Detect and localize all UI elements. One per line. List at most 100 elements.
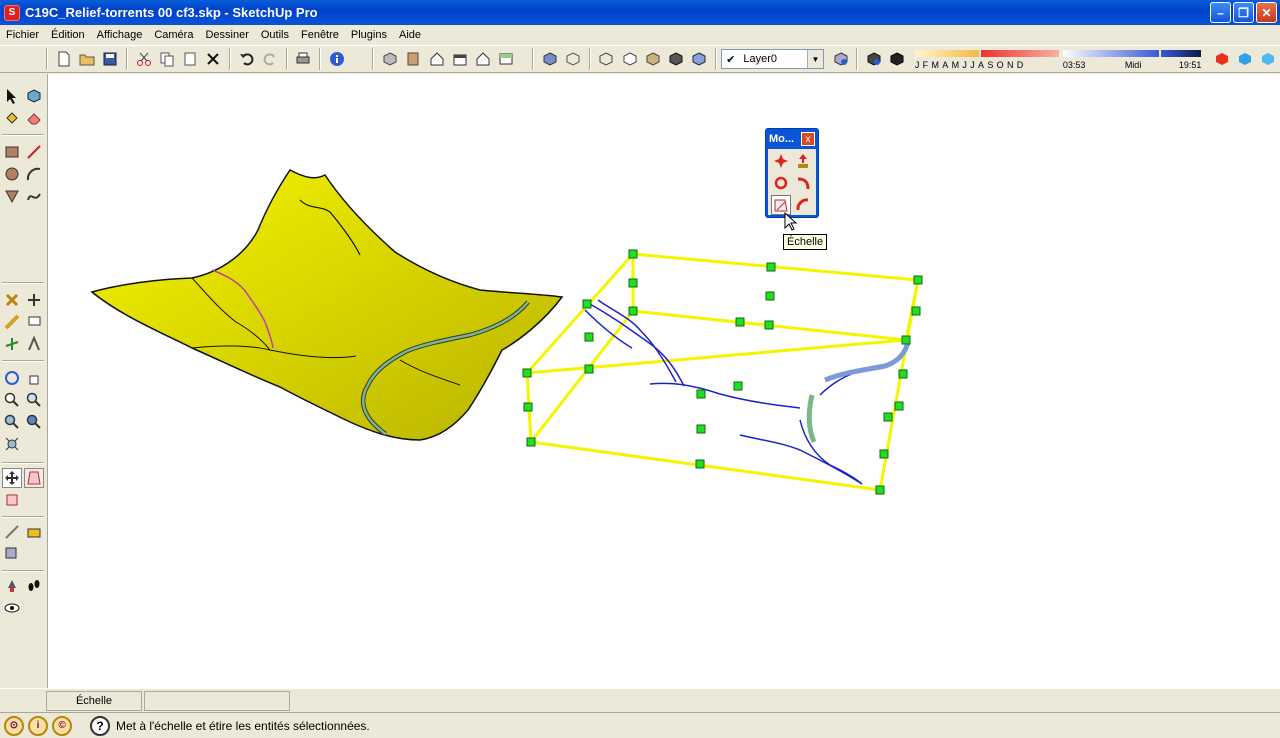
select-arrow-icon[interactable] [2,86,22,106]
menu-fichier[interactable]: Fichier [0,29,45,41]
back-edges-icon[interactable] [562,48,583,70]
move-tool-icon[interactable] [2,468,22,488]
iso-view-icon[interactable] [379,48,400,70]
top-view-icon[interactable] [403,48,424,70]
section-plane-icon[interactable] [2,544,22,564]
undo-icon[interactable] [236,48,257,70]
zoom-icon[interactable] [2,390,22,410]
title-bar: S C19C_Relief-torrents 00 cf3.skp - Sket… [0,0,1280,25]
follow-me-tool-icon[interactable] [793,173,813,193]
restore-button[interactable]: ❐ [1233,2,1254,23]
pan-hand-icon[interactable] [24,368,44,388]
time-slider-right[interactable] [1160,50,1201,57]
orbit-icon[interactable] [2,368,22,388]
position-camera-icon[interactable] [2,576,22,596]
shaded-textures-icon[interactable] [666,48,687,70]
menu-plugins[interactable]: Plugins [345,29,393,41]
minimize-button[interactable]: – [1210,2,1231,23]
back-view-icon[interactable] [472,48,493,70]
open-folder-icon[interactable] [76,48,97,70]
credits-icon[interactable]: i [28,715,48,736]
paste-icon[interactable] [179,48,200,70]
walk-footprints-icon[interactable] [24,576,44,596]
chevron-down-icon[interactable]: ▼ [806,50,823,68]
intersect-icon[interactable] [24,522,44,542]
hidden-line-icon[interactable] [619,48,640,70]
front-view-icon[interactable] [426,48,447,70]
shaded-icon[interactable] [642,48,663,70]
menu-affichage[interactable]: Affichage [91,29,149,41]
offset-icon[interactable] [2,522,22,542]
paint-bucket-icon[interactable] [2,108,22,128]
right-view-icon[interactable] [449,48,470,70]
menu-outils[interactable]: Outils [255,29,295,41]
make-component-icon[interactable] [24,86,44,106]
zoom-extents-icon[interactable] [2,412,22,432]
new-file-icon[interactable] [53,48,74,70]
sign-in-icon[interactable]: © [52,715,72,736]
circle-icon[interactable] [2,164,22,184]
xray-icon[interactable] [539,48,560,70]
menu-camera[interactable]: Caméra [148,29,199,41]
zoom-all-icon[interactable] [2,434,22,454]
text-label-icon[interactable] [24,312,44,332]
left-view-icon[interactable] [496,48,517,70]
month-slider-left[interactable] [914,50,979,57]
measurements-value-input[interactable] [144,691,290,711]
month-slider-right[interactable] [980,50,1059,57]
redo-icon[interactable] [259,48,280,70]
axes-icon[interactable] [2,334,22,354]
display-shadows-icon[interactable] [887,48,908,70]
main-toolbar: ✔ Layer0 ▼ JFMAMJJASOND 03:53 Midi 19:51 [0,45,1280,73]
3d-text-icon[interactable] [24,334,44,354]
line-pencil-icon[interactable] [24,142,44,162]
grip [628,306,638,316]
rectangle-icon[interactable] [2,142,22,162]
cut-icon[interactable] [133,48,154,70]
move-tool-red-icon[interactable] [771,151,791,171]
previous-view-icon[interactable] [24,412,44,432]
time-end-label: 19:51 [1178,60,1202,70]
red-component-icon[interactable] [1211,48,1232,70]
geo-location-icon[interactable]: ⊙ [4,715,24,736]
print-icon[interactable] [293,48,314,70]
monochrome-icon[interactable] [689,48,710,70]
modify-tools-palette: Mo... x [765,128,819,218]
time-slider-left[interactable] [1062,50,1159,57]
help-question-icon[interactable]: ? [90,715,110,736]
menu-edition[interactable]: Édition [45,29,91,41]
freehand-icon[interactable] [24,186,44,206]
grip [733,381,743,391]
menu-aide[interactable]: Aide [393,29,427,41]
sandbox-icon[interactable] [1258,48,1279,70]
save-icon[interactable] [100,48,121,70]
follow-me-icon[interactable] [2,490,22,510]
rotate-tool-icon[interactable] [771,173,791,193]
layer-select[interactable]: ✔ Layer0 ▼ [721,49,824,69]
push-pull-icon[interactable] [24,290,44,310]
look-around-eye-icon[interactable] [2,598,22,618]
close-button[interactable]: ✕ [1256,2,1277,23]
sketchup-app-icon[interactable]: S [4,4,20,21]
tape-measure-icon[interactable] [2,312,22,332]
blue-component-icon[interactable] [1234,48,1255,70]
menu-dessiner[interactable]: Dessiner [199,29,254,41]
polygon-icon[interactable] [2,186,22,206]
month-labels: JFMAMJJASOND [914,60,1027,70]
eraser-icon[interactable] [24,108,44,128]
arc-icon[interactable] [24,164,44,184]
toolbar-separator [715,48,718,70]
move-icon[interactable] [2,290,22,310]
erase-delete-icon[interactable] [203,48,224,70]
model-info-icon[interactable] [326,48,347,70]
copy-icon[interactable] [156,48,177,70]
zoom-window-icon[interactable] [24,390,44,410]
layer-manager-icon[interactable] [830,48,851,70]
3d-viewport-canvas[interactable] [48,74,1280,688]
menu-fenetre[interactable]: Fenêtre [295,29,345,41]
shadow-settings-icon[interactable] [863,48,884,70]
scale-tool-icon[interactable] [24,468,44,488]
palette-close-icon[interactable]: x [801,132,815,146]
wireframe-icon[interactable] [596,48,617,70]
push-pull-tool-icon[interactable] [793,151,813,171]
